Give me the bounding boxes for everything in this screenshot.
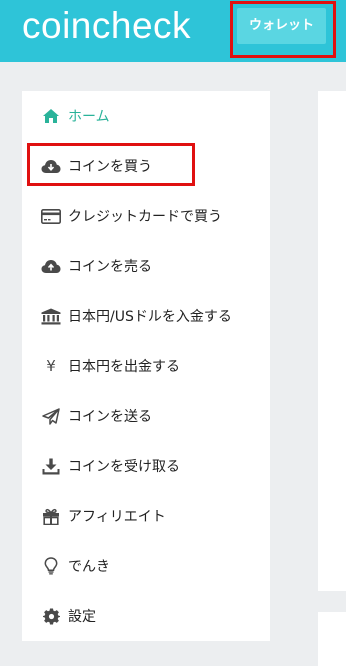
sidebar-item-affiliate[interactable]: アフィリエイト [22, 501, 270, 531]
sidebar-item-label: クレジットカードで買う [68, 209, 222, 225]
sidebar-item-label: 日本円/USドルを入金する [68, 309, 232, 325]
sidebar-item-withdraw[interactable]: ¥ 日本円を出金する [22, 351, 270, 381]
sidebar-item-buy-coin[interactable]: コインを買う [22, 151, 270, 181]
sidebar-item-label: コインを受け取る [68, 459, 180, 475]
coincheck-logo[interactable]: coincheck [22, 2, 191, 50]
sidebar-menu: ホーム コインを買う クレジットカードで買う コインを売る 日本円/USドルを入… [22, 91, 270, 641]
sidebar-item-label: アフィリエイト [68, 509, 166, 525]
sidebar-item-settings[interactable]: 設定 [22, 601, 270, 631]
sidebar-item-send-coin[interactable]: コインを送る [22, 401, 270, 431]
sidebar-item-deposit[interactable]: 日本円/USドルを入金する [22, 301, 270, 331]
wallet-button[interactable]: ウォレット [237, 8, 326, 44]
bank-icon [39, 306, 63, 326]
lightbulb-icon [39, 556, 63, 576]
sidebar-item-label: 日本円を出金する [68, 359, 180, 375]
gift-icon [39, 506, 63, 526]
top-header: coincheck ウォレット [0, 0, 346, 62]
cloud-download-icon [39, 156, 63, 176]
main-content-card-lower [318, 612, 346, 666]
sidebar-item-label: コインを買う [68, 159, 152, 175]
sidebar-item-sell-coin[interactable]: コインを売る [22, 251, 270, 281]
credit-card-icon [39, 206, 63, 226]
yen-icon: ¥ [46, 357, 56, 375]
gear-icon [39, 606, 63, 626]
sidebar-item-label: でんき [68, 559, 110, 575]
paper-plane-icon [39, 406, 63, 426]
sidebar-item-home[interactable]: ホーム [22, 101, 270, 131]
download-tray-icon [39, 456, 63, 476]
sidebar-item-label: ホーム [68, 109, 110, 125]
sidebar-item-label: 設定 [68, 609, 96, 625]
sidebar-item-label: コインを送る [68, 409, 152, 425]
sidebar-item-label: コインを売る [68, 259, 152, 275]
sidebar-item-denki[interactable]: でんき [22, 551, 270, 581]
main-content-card [318, 91, 346, 591]
sidebar-item-receive-coin[interactable]: コインを受け取る [22, 451, 270, 481]
cloud-upload-icon [39, 256, 63, 276]
sidebar-item-credit-card[interactable]: クレジットカードで買う [22, 201, 270, 231]
home-icon [39, 106, 63, 126]
